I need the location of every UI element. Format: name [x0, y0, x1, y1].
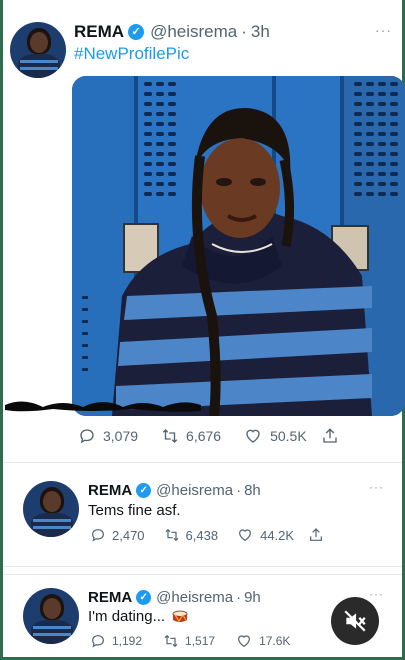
tweet-actions: 2,470 6,438 44.2K — [90, 527, 324, 543]
separator-dot: · — [236, 588, 242, 606]
separator-dot: · — [236, 481, 242, 499]
tweet-tems-fine[interactable]: REMA ✓ @heisrema · 8h ··· Tems fine asf.… — [3, 463, 402, 565]
tweet-new-profile-pic[interactable]: REMA ✓ @heisrema · 3h ··· #NewProfilePic — [3, 0, 405, 460]
reply-count: 2,470 — [112, 527, 145, 543]
retweet-icon — [162, 429, 178, 443]
verified-badge-icon: ✓ — [136, 589, 152, 605]
like-count: 44.2K — [260, 527, 295, 543]
redaction-scribble — [5, 401, 201, 412]
photo-illustration — [72, 76, 405, 416]
retweet-count: 1,517 — [185, 634, 216, 648]
reply-count: 1,192 — [112, 634, 143, 648]
more-options-icon[interactable]: ··· — [369, 587, 384, 601]
tweet-text: Tems fine asf. — [88, 502, 181, 519]
more-options-icon[interactable]: ··· — [375, 22, 392, 38]
avatar[interactable] — [23, 481, 79, 537]
retweet-button[interactable]: 6,676 — [160, 427, 221, 445]
mute-toggle-button[interactable] — [331, 597, 379, 645]
retweet-button[interactable]: 1,517 — [162, 633, 215, 649]
avatar[interactable] — [10, 22, 66, 78]
tweet-time[interactable]: 3h — [251, 22, 270, 42]
reply-icon — [80, 429, 94, 444]
author-name[interactable]: REMA — [88, 482, 132, 499]
share-icon — [323, 428, 337, 443]
avatar[interactable] — [23, 588, 79, 644]
reply-button[interactable]: 2,470 — [90, 527, 145, 543]
retweet-icon — [164, 634, 178, 648]
tweet-time[interactable]: 8h — [244, 482, 261, 499]
like-button[interactable]: 17.6K — [235, 633, 290, 649]
tweet-text-hashtag[interactable]: #NewProfilePic — [74, 44, 189, 64]
separator-dot: · — [241, 22, 247, 41]
tweet-actions: 3,079 6,676 50.5K — [78, 427, 339, 445]
retweet-count: 6,676 — [186, 428, 222, 444]
verified-badge-icon: ✓ — [128, 24, 145, 40]
author-handle[interactable]: @heisrema — [150, 22, 237, 42]
tweet-text: I'm dating... — [88, 608, 166, 625]
share-button[interactable] — [321, 427, 339, 445]
heart-icon — [246, 429, 260, 443]
verified-badge-icon: ✓ — [136, 482, 152, 498]
speaker-muted-icon — [344, 610, 366, 632]
author-handle[interactable]: @heisrema — [156, 589, 233, 606]
like-button[interactable]: 44.2K — [236, 527, 294, 543]
reply-icon — [92, 635, 104, 648]
reply-icon — [92, 529, 104, 542]
heart-icon — [238, 635, 250, 648]
like-count: 50.5K — [270, 428, 307, 444]
tweet-actions: 1,192 1,517 17.6K — [90, 633, 290, 649]
tweet-time[interactable]: 9h — [244, 589, 261, 606]
share-icon — [310, 528, 323, 541]
like-count: 17.6K — [259, 634, 291, 648]
reply-count: 3,079 — [103, 428, 139, 444]
author-name[interactable]: REMA — [74, 22, 124, 42]
tweet-divider — [3, 566, 402, 567]
author-handle[interactable]: @heisrema — [156, 482, 233, 499]
like-button[interactable]: 50.5K — [243, 427, 307, 445]
retweet-icon — [165, 528, 178, 542]
heart-icon — [239, 529, 252, 542]
more-options-icon[interactable]: ··· — [369, 480, 384, 494]
author-name[interactable]: REMA — [88, 589, 132, 606]
reply-button[interactable]: 1,192 — [90, 633, 142, 649]
drum-emoji-icon — [172, 610, 188, 622]
tweet-photo[interactable] — [72, 76, 405, 416]
share-button[interactable] — [308, 527, 324, 543]
retweet-count: 6,438 — [185, 527, 219, 543]
retweet-button[interactable]: 6,438 — [163, 527, 219, 543]
reply-button[interactable]: 3,079 — [78, 427, 138, 445]
